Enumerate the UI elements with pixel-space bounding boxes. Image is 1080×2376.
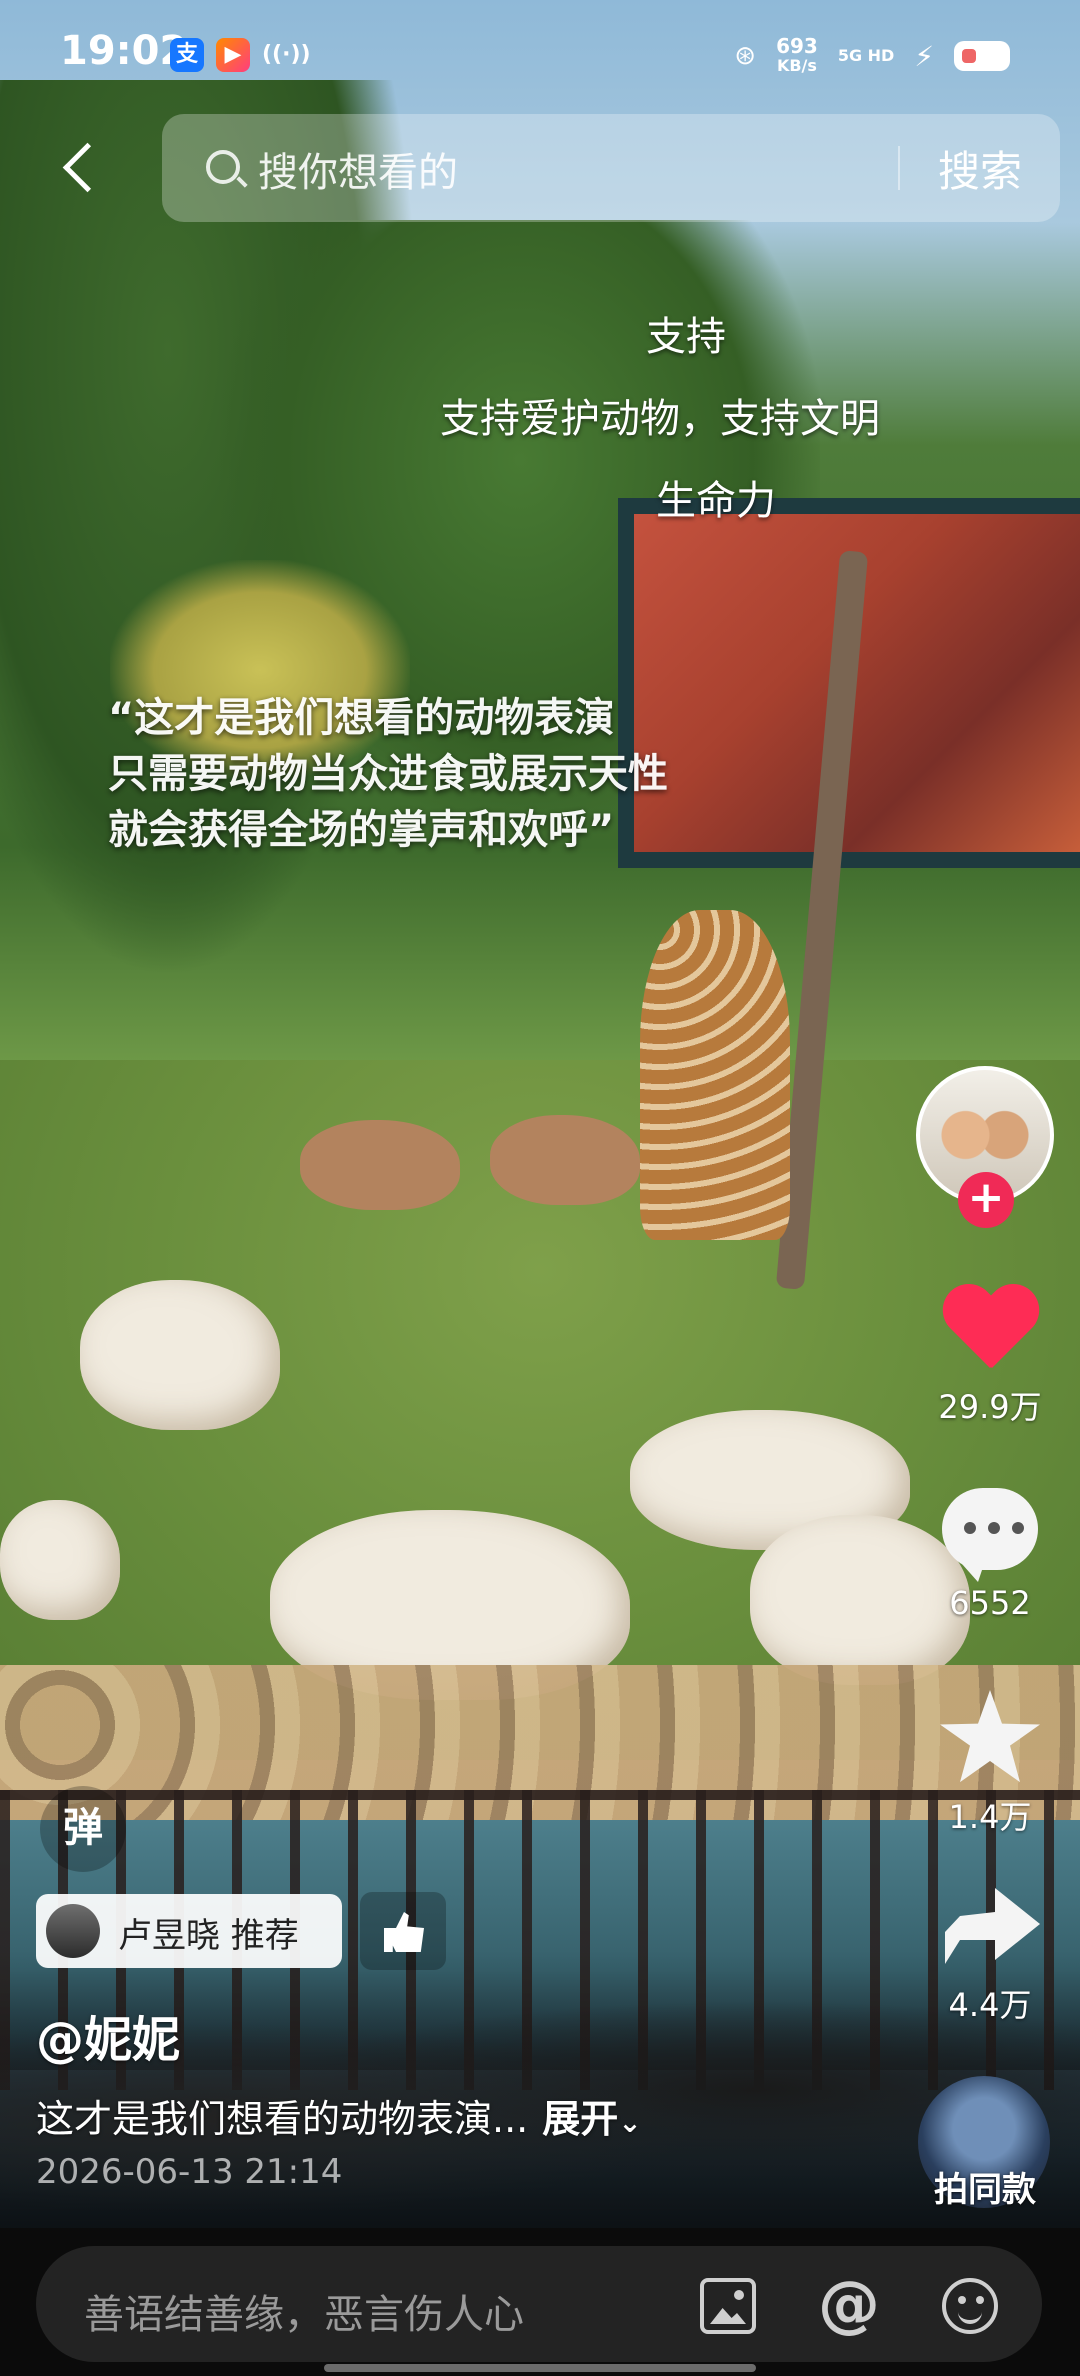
thumbs-up-icon xyxy=(384,1912,424,1952)
network-speed: 693 KB/s xyxy=(776,36,818,76)
favorite-button[interactable]: 1.4万 xyxy=(930,1690,1050,1838)
favorite-count: 1.4万 xyxy=(948,1798,1032,1836)
follow-button[interactable]: + xyxy=(958,1172,1014,1228)
share-count: 4.4万 xyxy=(948,1986,1032,2024)
speed-value: 693 xyxy=(776,34,818,58)
video-yak xyxy=(80,1280,280,1430)
status-time: 19:02 xyxy=(60,28,188,74)
video-yak xyxy=(0,1500,120,1620)
video-antelope xyxy=(490,1115,640,1205)
same-style-label: 拍同款 xyxy=(934,2170,1036,2210)
charging-icon: ⚡ xyxy=(914,39,934,73)
search-button[interactable]: 搜索 xyxy=(938,138,1022,199)
star-icon xyxy=(940,1690,1040,1783)
battery-icon xyxy=(954,41,1010,71)
alipay-icon: 支 xyxy=(170,38,204,72)
video-antelope xyxy=(300,1120,460,1210)
nfc-icon: ⊛ xyxy=(734,41,757,71)
heart-icon xyxy=(940,1286,1040,1376)
expand-label: 展开 xyxy=(542,2097,619,2141)
chevron-down-icon: ⌄ xyxy=(618,2106,642,2139)
search-placeholder: 搜你想看的 xyxy=(258,150,458,196)
share-icon xyxy=(945,1888,1040,1964)
video-caption: “这才是我们想看的动物表演 只需要动物当众进食或展示天性 就会获得全场的掌声和欢… xyxy=(108,690,748,858)
status-bar: 19:02 支 ▶ ((·)) ⊛ 693 KB/s 5G HD ⚡ xyxy=(0,0,1080,110)
recommend-like-button[interactable] xyxy=(360,1892,446,1970)
emoji-icon[interactable] xyxy=(942,2278,998,2334)
video-caption-line: 只需要动物当众进食或展示天性 xyxy=(108,751,668,797)
mention-icon[interactable]: @ xyxy=(818,2273,880,2335)
video-caption-line: 就会获得全场的掌声和欢呼” xyxy=(108,807,615,853)
comment-icon xyxy=(942,1488,1038,1582)
comment-placeholder: 善语结善缘，恶言伤人心 xyxy=(84,2292,524,2338)
comment-bar: 善语结善缘，恶言伤人心 @ xyxy=(0,2228,1080,2376)
recommender-avatar xyxy=(46,1904,100,1958)
network-type: 5G HD xyxy=(837,46,895,65)
danmaku-toggle-button[interactable]: 弹 xyxy=(40,1786,126,1872)
home-indicator[interactable] xyxy=(324,2364,756,2372)
comment-button[interactable]: 6552 xyxy=(930,1488,1050,1622)
comment-count: 6552 xyxy=(949,1584,1031,1622)
hotspot-icon: ((·)) xyxy=(262,42,311,67)
search-divider xyxy=(898,146,900,190)
video-description: 这才是我们想看的动物表演... 展开⌄ xyxy=(36,2088,642,2143)
comment-input[interactable]: 善语结善缘，恶言伤人心 @ xyxy=(36,2246,1042,2362)
search-input[interactable]: 搜你想看的 搜索 xyxy=(162,114,1060,222)
signal-icon: 5G HD xyxy=(838,48,895,64)
share-button[interactable]: 4.4万 xyxy=(930,1888,1050,2026)
recommend-text: 卢昱晓 推荐 xyxy=(118,1916,299,1956)
video-caption-line: “这才是我们想看的动物表演 xyxy=(108,695,615,741)
like-count: 29.9万 xyxy=(938,1388,1042,1426)
recommend-badge[interactable]: 卢昱晓 推荐 xyxy=(36,1894,342,1968)
speed-unit: KB/s xyxy=(776,56,817,75)
like-button[interactable]: 29.9万 xyxy=(930,1286,1050,1428)
search-icon xyxy=(206,150,240,184)
danmaku-comment: 支持 xyxy=(646,314,726,360)
description-text: 这才是我们想看的动物表演... xyxy=(36,2097,529,2141)
back-button[interactable] xyxy=(52,138,112,198)
expand-button[interactable]: 展开⌄ xyxy=(542,2097,641,2141)
status-right-group: ⊛ 693 KB/s 5G HD ⚡ xyxy=(734,36,1010,76)
post-date: 2026-06-13 21:14 xyxy=(36,2152,343,2192)
author-name[interactable]: @妮妮 xyxy=(36,2000,180,2070)
image-icon[interactable] xyxy=(700,2278,756,2334)
danmaku-comment: 支持爱护动物，支持文明 xyxy=(440,396,880,442)
video-app-icon: ▶ xyxy=(216,38,250,72)
danmaku-comment: 生命力 xyxy=(656,478,776,524)
video-giraffe xyxy=(640,910,790,1240)
